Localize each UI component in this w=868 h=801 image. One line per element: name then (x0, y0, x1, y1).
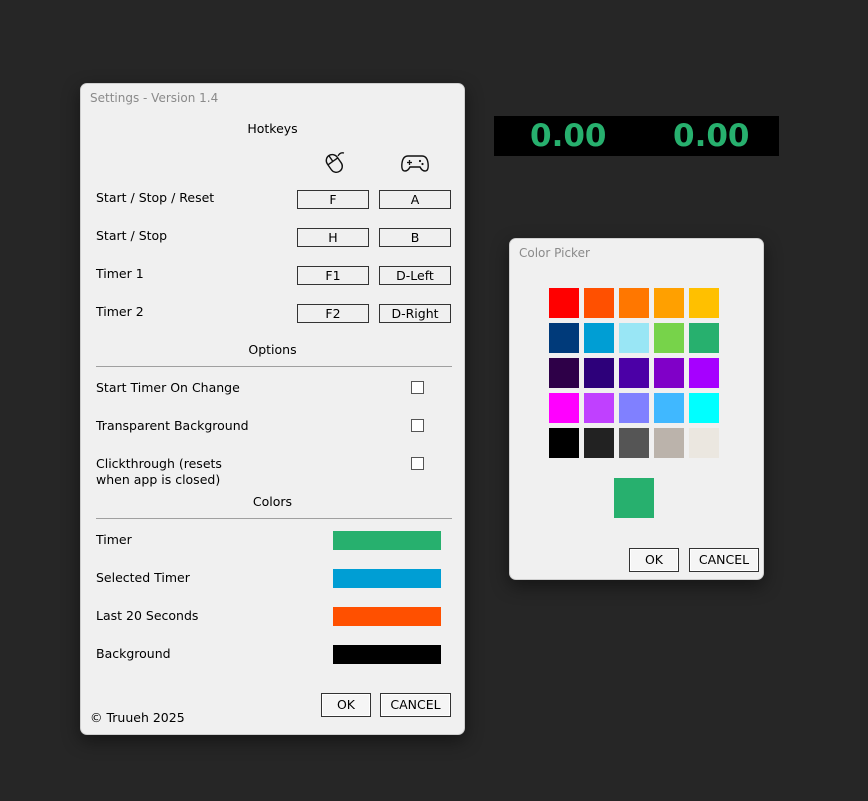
hotkey-key-start-stop[interactable]: H (297, 228, 369, 247)
hotkey-pad-timer-2[interactable]: D-Right (379, 304, 451, 323)
color-swatch-background[interactable] (333, 645, 441, 664)
option-label-clickthrough: Clickthrough (resets when app is closed) (96, 456, 222, 488)
color-swatch-4-1[interactable] (584, 428, 614, 458)
hotkey-label-timer-2: Timer 2 (96, 304, 144, 319)
color-swatch-4-2[interactable] (619, 428, 649, 458)
settings-title: Settings - Version 1.4 (81, 84, 464, 112)
color-swatch-1-3[interactable] (654, 323, 684, 353)
timer-2-value: 0.00 (673, 118, 750, 154)
copyright-footer: © Truueh 2025 (90, 710, 185, 725)
color-swatch-3-4[interactable] (689, 393, 719, 423)
color-swatch-0-0[interactable] (549, 288, 579, 318)
hotkeys-heading: Hotkeys (247, 121, 298, 136)
hotkey-key-timer-2[interactable]: F2 (297, 304, 369, 323)
settings-cancel-button[interactable]: CANCEL (380, 693, 451, 717)
colors-divider (96, 518, 452, 519)
color-swatch-3-2[interactable] (619, 393, 649, 423)
option-checkbox-start-timer-on-change[interactable] (411, 381, 424, 394)
color-swatch-4-3[interactable] (654, 428, 684, 458)
hotkey-pad-start-stop-reset[interactable]: A (379, 190, 451, 209)
picker-ok-button[interactable]: OK (629, 548, 679, 572)
timer-1-value: 0.00 (530, 118, 607, 154)
color-swatch-0-1[interactable] (584, 288, 614, 318)
color-label-background: Background (96, 646, 171, 661)
selected-color-preview (614, 478, 654, 518)
hotkey-label-timer-1: Timer 1 (96, 266, 144, 281)
option-label-clickthrough-line1: Clickthrough (resets (96, 456, 222, 471)
color-label-last-20-seconds: Last 20 Seconds (96, 608, 199, 623)
color-label-timer: Timer (96, 532, 132, 547)
color-swatch-1-2[interactable] (619, 323, 649, 353)
option-label-transparent-background: Transparent Background (96, 418, 249, 433)
colors-heading: Colors (252, 494, 293, 509)
color-swatch-0-3[interactable] (654, 288, 684, 318)
option-label-clickthrough-line2: when app is closed) (96, 472, 221, 487)
color-swatch-3-3[interactable] (654, 393, 684, 423)
hotkey-label-start-stop: Start / Stop (96, 228, 168, 243)
hotkey-pad-start-stop[interactable]: B (379, 228, 451, 247)
timer-display: 0.00 0.00 (494, 116, 779, 156)
settings-window: Settings - Version 1.4 Hotkeys Start / S… (80, 83, 465, 735)
color-swatch-1-0[interactable] (549, 323, 579, 353)
color-swatch-1-1[interactable] (584, 323, 614, 353)
color-swatch-2-1[interactable] (584, 358, 614, 388)
option-checkbox-transparent-background[interactable] (411, 419, 424, 432)
hotkey-label-start-stop-reset: Start / Stop / Reset (96, 190, 215, 205)
color-picker-title: Color Picker (510, 239, 763, 267)
hotkey-key-start-stop-reset[interactable]: F (297, 190, 369, 209)
mouse-icon (321, 150, 347, 179)
color-picker-window: Color Picker OK CANCEL (509, 238, 764, 580)
color-swatch-0-2[interactable] (619, 288, 649, 318)
color-swatch-last-20-seconds[interactable] (333, 607, 441, 626)
color-swatch-selected-timer[interactable] (333, 569, 441, 588)
color-swatch-3-0[interactable] (549, 393, 579, 423)
color-swatch-4-4[interactable] (689, 428, 719, 458)
color-swatch-timer[interactable] (333, 531, 441, 550)
gamepad-icon (401, 152, 429, 177)
color-swatch-2-4[interactable] (689, 358, 719, 388)
color-swatch-1-4[interactable] (689, 323, 719, 353)
option-checkbox-clickthrough[interactable] (411, 457, 424, 470)
color-swatch-2-0[interactable] (549, 358, 579, 388)
option-label-start-timer-on-change: Start Timer On Change (96, 380, 240, 395)
settings-ok-button[interactable]: OK (321, 693, 371, 717)
options-heading: Options (248, 342, 297, 357)
hotkey-pad-timer-1[interactable]: D-Left (379, 266, 451, 285)
options-divider (96, 366, 452, 367)
color-swatch-0-4[interactable] (689, 288, 719, 318)
color-swatch-4-0[interactable] (549, 428, 579, 458)
color-label-selected-timer: Selected Timer (96, 570, 190, 585)
hotkey-key-timer-1[interactable]: F1 (297, 266, 369, 285)
picker-cancel-button[interactable]: CANCEL (689, 548, 759, 572)
color-swatch-3-1[interactable] (584, 393, 614, 423)
color-swatch-2-3[interactable] (654, 358, 684, 388)
color-swatch-2-2[interactable] (619, 358, 649, 388)
